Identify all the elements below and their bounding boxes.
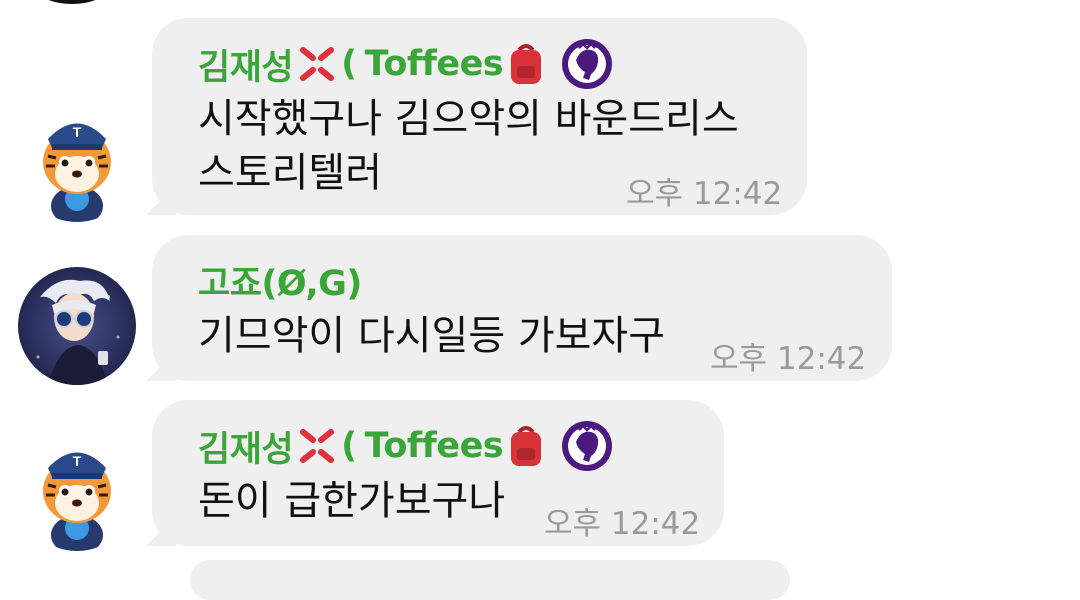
sender-name-text: 고죠(Ø,G)	[198, 264, 362, 304]
message-bubble[interactable]: 김재성 ( Toffees 돈이 급한가보구나 오후 12:42	[152, 400, 724, 546]
previous-avatar-fragment	[40, 0, 104, 4]
message-bubble[interactable]: 고죠(Ø,G) 기므악이 다시일등 가보자구 오후 12:42	[152, 235, 892, 381]
sender-suffix: Toffees	[364, 44, 504, 84]
backpack-emoji-icon	[511, 44, 542, 84]
anger-emoji-icon	[300, 429, 335, 463]
backpack-emoji-icon	[511, 426, 542, 466]
message-line: 시작했구나 김으악의 바운드리스	[198, 96, 739, 142]
next-message-bubble-fragment	[190, 560, 790, 600]
tiger-avatar-icon: T	[18, 433, 136, 551]
premier-league-lion-icon	[562, 421, 613, 471]
message-line: 돈이 급한가보구나	[198, 478, 506, 524]
message-timestamp: 오후 12:42	[710, 341, 867, 377]
message-timestamp: 오후 12:42	[544, 506, 701, 542]
message-bubble[interactable]: 김재성 ( Toffees 시작했구나 김으악의 바운드리스 스토리텔러 오후 …	[152, 18, 807, 215]
sender-paren: (	[341, 426, 357, 466]
anger-emoji-icon	[300, 47, 335, 81]
sender-name-text: 김재성	[198, 429, 294, 470]
sender-name[interactable]: 고죠(Ø,G)	[198, 255, 362, 306]
avatar[interactable]	[18, 267, 136, 385]
sender-name[interactable]: 김재성 ( Toffees	[198, 38, 613, 90]
sender-paren: (	[341, 44, 357, 84]
sender-name-text: 김재성	[198, 47, 294, 88]
svg-text:T: T	[73, 124, 82, 140]
sender-name[interactable]: 김재성 ( Toffees	[198, 420, 613, 472]
avatar[interactable]: T	[18, 433, 136, 551]
svg-text:T: T	[73, 453, 82, 469]
message-text: 돈이 급한가보구나	[198, 474, 505, 528]
message-text: 기므악이 다시일등 가보자구	[198, 309, 665, 363]
message-timestamp: 오후 12:42	[626, 176, 783, 212]
avatar[interactable]: T	[18, 104, 136, 222]
premier-league-lion-icon	[562, 39, 613, 89]
message-line: 기므악이 다시일등 가보자구	[198, 313, 666, 359]
sender-suffix: Toffees	[364, 426, 504, 466]
anime-character-avatar-icon	[18, 267, 136, 385]
tiger-avatar-icon: T	[18, 104, 136, 222]
